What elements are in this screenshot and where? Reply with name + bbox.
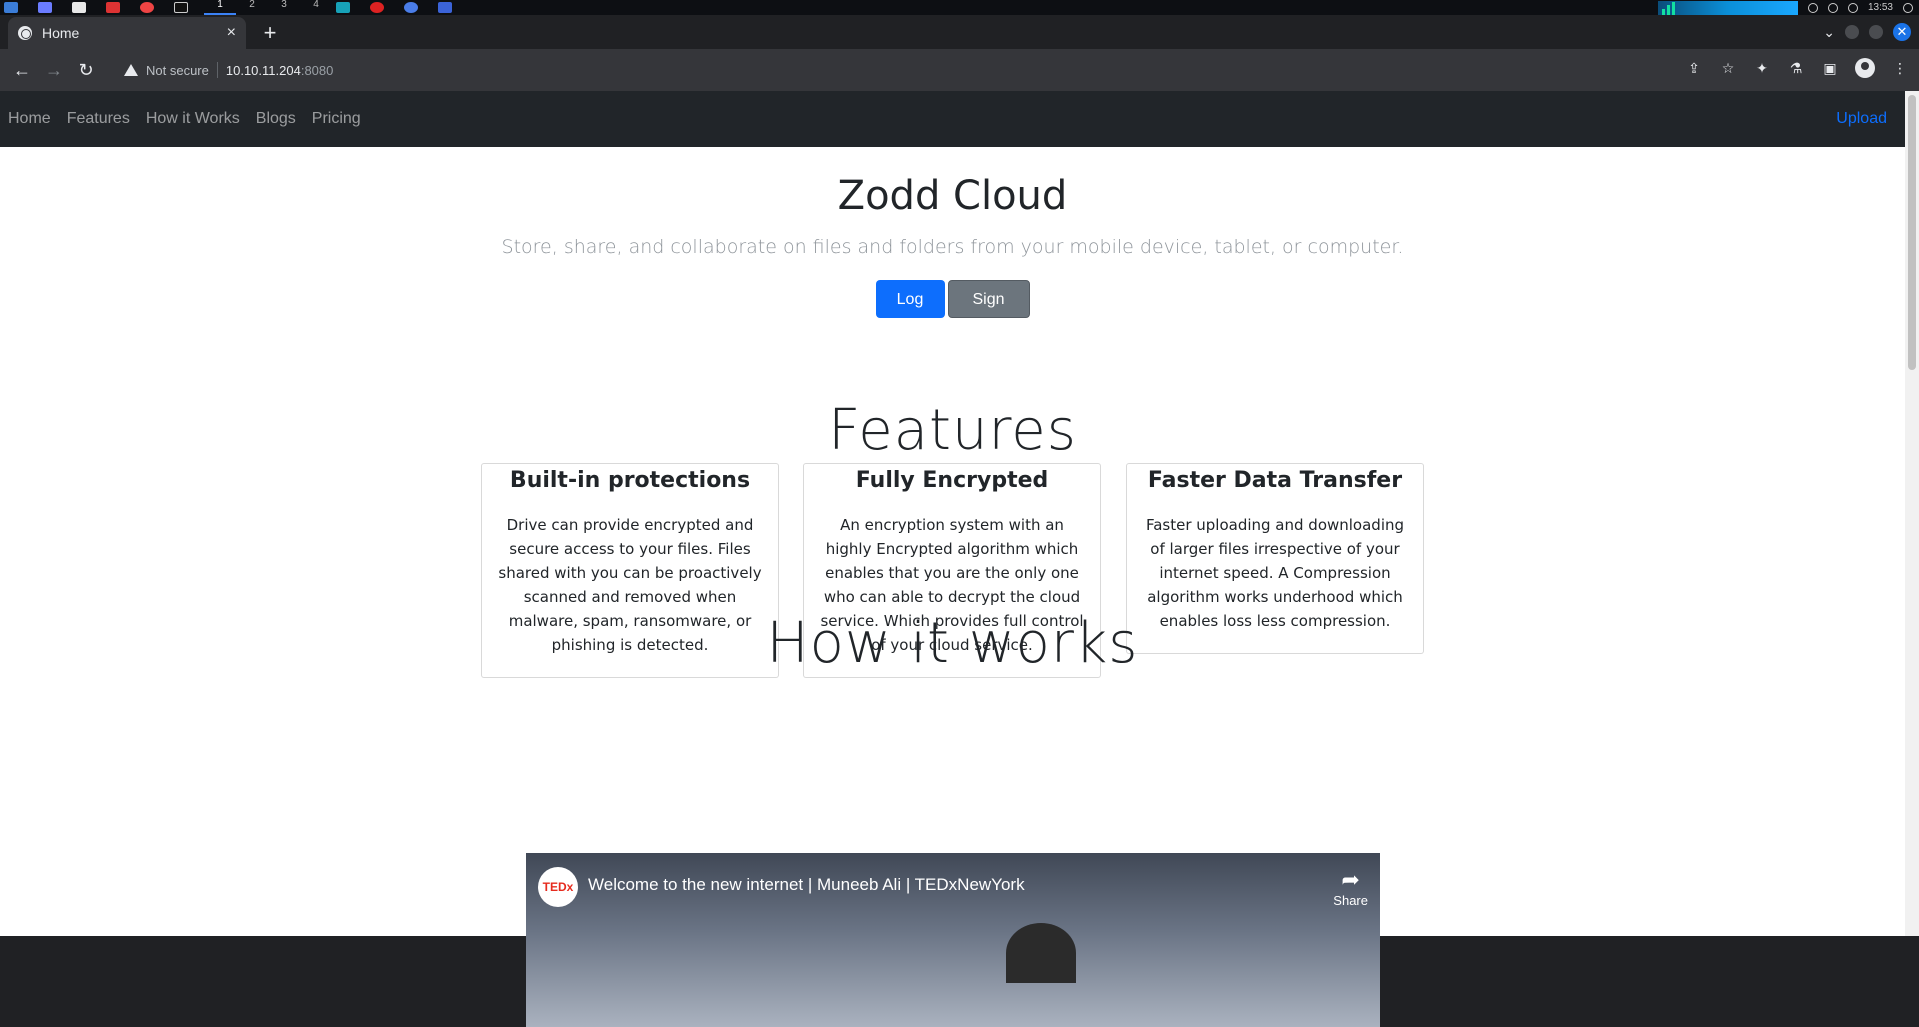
feature-card-title: Faster Data Transfer (1147, 468, 1403, 493)
volume-icon[interactable] (1827, 2, 1838, 13)
address-bar[interactable]: Not secure 10.10.11.204:8080 (114, 54, 1674, 86)
warning-icon (124, 64, 138, 76)
nav-blogs[interactable]: Blogs (256, 110, 296, 128)
chrome-window-icon[interactable] (400, 1, 422, 15)
reload-icon[interactable]: ↻ (72, 56, 100, 84)
nav-upload[interactable]: Upload (1836, 110, 1887, 128)
kali-menu-icon[interactable] (0, 1, 22, 15)
os-taskbar: 1 2 3 4 13:53 (0, 0, 1919, 15)
site-navbar: Home Features How it Works Blogs Pricing… (0, 91, 1905, 147)
minimize-button[interactable] (1845, 25, 1859, 39)
video-title[interactable]: Welcome to the new internet | Muneeb Ali… (588, 875, 1025, 895)
clock: 13:53 (1867, 2, 1893, 13)
url-host: 10.10.11.204 (225, 62, 301, 78)
desktop-icon[interactable] (34, 1, 56, 15)
profile-avatar-icon[interactable] (1855, 58, 1875, 78)
close-tab-icon[interactable]: × (227, 24, 236, 42)
tab-strip: Home × + ⌄ ✕ (0, 15, 1919, 49)
app-window-icon[interactable] (366, 1, 388, 15)
scrollbar-thumb[interactable] (1908, 95, 1916, 370)
side-panel-icon[interactable]: ▣ (1821, 59, 1839, 77)
lock-icon[interactable] (1903, 2, 1913, 13)
tab-home[interactable]: Home × (8, 17, 246, 49)
forward-arrow-icon[interactable]: → (40, 56, 68, 84)
terminal-icon[interactable] (170, 1, 192, 15)
extensions-puzzle-icon[interactable]: ✦ (1753, 59, 1771, 77)
tab-title: Home (42, 25, 80, 41)
workspace-2[interactable]: 2 (236, 0, 268, 15)
nav-how-it-works[interactable]: How it Works (146, 110, 240, 128)
notification-icon[interactable] (1847, 2, 1858, 13)
video-thumbnail-person (1006, 923, 1076, 983)
page-scrollbar[interactable] (1905, 91, 1919, 936)
editor-icon[interactable] (102, 1, 124, 15)
network-icon[interactable] (1807, 2, 1818, 13)
labs-flask-icon[interactable]: ⚗ (1787, 59, 1805, 77)
browser-toolbar: ← → ↻ Not secure 10.10.11.204:8080 ⇪ ☆ ✦… (0, 49, 1919, 91)
nav-pricing[interactable]: Pricing (312, 110, 361, 128)
feature-card-title: Built-in protections (509, 468, 751, 493)
new-tab-button[interactable]: + (256, 20, 284, 48)
feature-card-title: Fully Encrypted (855, 468, 1049, 493)
back-arrow-icon[interactable]: ← (8, 56, 36, 84)
tab-search-chevron-icon[interactable]: ⌄ (1823, 24, 1835, 41)
workspace-3[interactable]: 3 (268, 0, 300, 15)
page-viewport: Home Features How it Works Blogs Pricing… (0, 91, 1905, 936)
hero-title: Zodd Cloud (837, 173, 1068, 219)
maximize-button[interactable] (1869, 25, 1883, 39)
signup-button[interactable]: Sign Up (947, 280, 1030, 346)
share-arrow-icon: ➦ (1341, 867, 1360, 892)
app-window-icon[interactable] (332, 1, 354, 15)
hero-subtitle: Store, share, and collaborate on files a… (501, 236, 1404, 258)
nav-features[interactable]: Features (67, 110, 130, 128)
file-manager-icon[interactable] (68, 1, 90, 15)
share-icon[interactable]: ⇪ (1685, 59, 1703, 77)
app-window-icon[interactable] (434, 1, 456, 15)
login-button[interactable]: Log in (875, 280, 945, 346)
kebab-menu-icon[interactable]: ⋮ (1891, 59, 1909, 77)
features-heading: Features (828, 398, 1077, 463)
nav-home[interactable]: Home (8, 110, 51, 128)
workspace-4[interactable]: 4 (300, 0, 332, 15)
firefox-icon[interactable] (136, 1, 158, 15)
cpu-graph (1657, 0, 1798, 15)
hero-section: Zodd Cloud Store, share, and collaborate… (0, 147, 1905, 346)
share-label: Share (1333, 893, 1368, 908)
security-label[interactable]: Not secure (146, 63, 209, 78)
embedded-video[interactable]: TEDx Welcome to the new internet | Munee… (526, 853, 1380, 1027)
globe-icon (18, 26, 32, 40)
video-share-button[interactable]: ➦ Share (1333, 867, 1368, 908)
workspace-1[interactable]: 1 (204, 0, 236, 15)
url-port: :8080 (300, 62, 334, 78)
tedx-channel-logo[interactable]: TEDx (538, 867, 578, 907)
divider (216, 62, 218, 78)
how-it-works-heading: How it works (766, 611, 1139, 676)
close-window-button[interactable]: ✕ (1893, 23, 1911, 41)
bookmark-star-icon[interactable]: ☆ (1719, 59, 1737, 77)
